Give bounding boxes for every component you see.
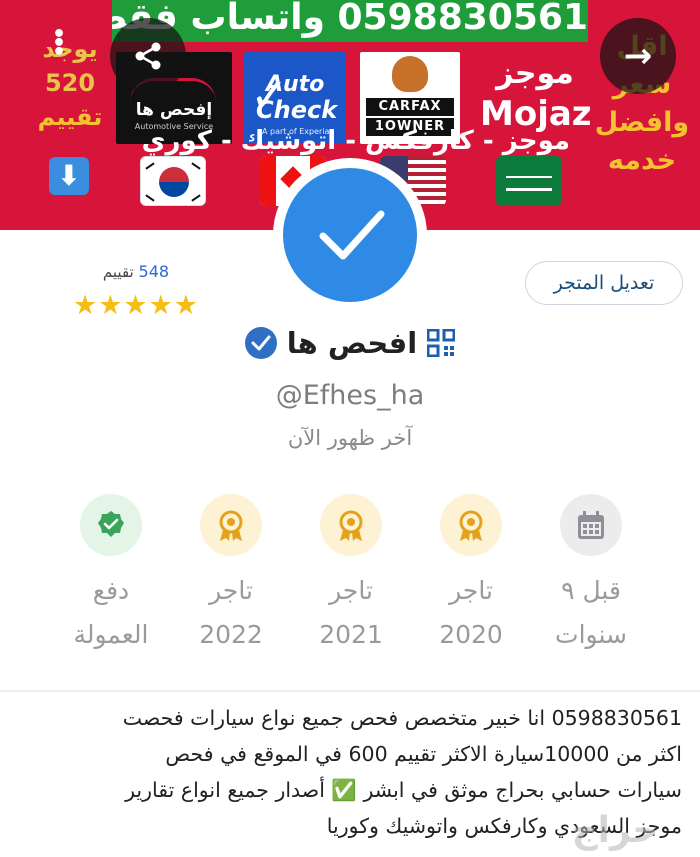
badge-commission-paid: دفع العمولة: [46, 494, 176, 652]
description-line: اكثر من 10000سيارة الاكثر تقييم 600 في ا…: [165, 742, 682, 766]
badge-label: تاجر: [329, 576, 373, 605]
autocheck-text: Check: [256, 96, 338, 124]
carfax-text: CARFAX: [366, 98, 454, 116]
star-rating-icon: ★★★★★: [72, 290, 200, 321]
fox-icon: [392, 56, 428, 92]
whatsapp-phone-strip: 0598830561 واتساب فقط: [112, 0, 588, 42]
badge-label: تاجر: [449, 576, 493, 605]
store-name: افحص ها: [286, 326, 418, 360]
share-icon: [135, 42, 161, 70]
services-line: موجز - كارفكس - اتوشيك - كوري: [141, 126, 570, 156]
section-divider: [0, 690, 700, 692]
ratings-promo: يوجد 520 تقييم: [28, 32, 112, 134]
badge-label: تاجر: [209, 576, 253, 605]
promo-line: يوجد: [42, 35, 98, 63]
badge-member-since: قبل ٩ سنوات: [526, 494, 656, 652]
verified-commission-icon: [80, 494, 142, 556]
promo-line: وافضل: [594, 107, 690, 138]
autocheck-text: Auto: [266, 72, 325, 97]
medal-icon: [320, 494, 382, 556]
share-button[interactable]: [110, 18, 186, 94]
badge-dealer-2020: تاجر 2020: [406, 494, 536, 652]
medal-icon: [200, 494, 262, 556]
more-options-icon[interactable]: • • •: [52, 24, 66, 64]
description-line: 0598830561 انا خبير متخصص فحص جميع نواع …: [122, 706, 682, 730]
promo-line: خدمه: [607, 145, 677, 176]
rating-count: 548: [138, 262, 170, 281]
saudi-flag-icon: [496, 156, 562, 206]
checkmark-icon: [319, 210, 385, 260]
store-handle: @Efhes_ha: [275, 380, 425, 411]
back-button[interactable]: →: [600, 18, 676, 94]
down-arrow-icon: ⬇: [49, 157, 89, 195]
promo-line: تقييم: [37, 103, 103, 131]
badge-dealer-2021: تاجر 2021: [286, 494, 416, 652]
badge-label: دفع: [92, 576, 130, 605]
badge-value: 2020: [439, 620, 503, 649]
medal-icon: [440, 494, 502, 556]
rating-label: تقييم: [102, 263, 134, 281]
edit-store-button[interactable]: تعديل المتجر: [525, 261, 683, 305]
badge-value: سنوات: [555, 620, 627, 649]
badge-value: العمولة: [73, 620, 149, 649]
store-avatar: [273, 158, 427, 312]
arrow-right-icon: →: [623, 36, 653, 76]
calendar-icon: [560, 494, 622, 556]
store-rating[interactable]: 548 تقييم ★★★★★: [66, 262, 206, 321]
last-seen-status: آخر ظهور الآن: [287, 426, 413, 450]
rating-summary: 548 تقييم: [66, 262, 206, 281]
mojaz-ar: موجز: [496, 56, 574, 91]
promo-line: 520: [44, 69, 96, 97]
haraj-watermark: حراج: [571, 810, 659, 851]
verified-badge-icon: [244, 327, 277, 359]
store-name-row: افحص ها: [180, 326, 520, 370]
badge-dealer-2022: تاجر 2022: [166, 494, 296, 652]
description-line: سيارات حسابي بحراج موثق في ابشر ✅ أصدار …: [125, 778, 682, 802]
qr-code-icon[interactable]: [426, 328, 456, 358]
badge-value: 2022: [199, 620, 263, 649]
badge-label: قبل ٩: [561, 576, 621, 605]
badge-value: 2021: [319, 620, 383, 649]
korea-flag-icon: [140, 156, 206, 206]
afhas-logo-name: إفحص ها: [135, 100, 213, 120]
